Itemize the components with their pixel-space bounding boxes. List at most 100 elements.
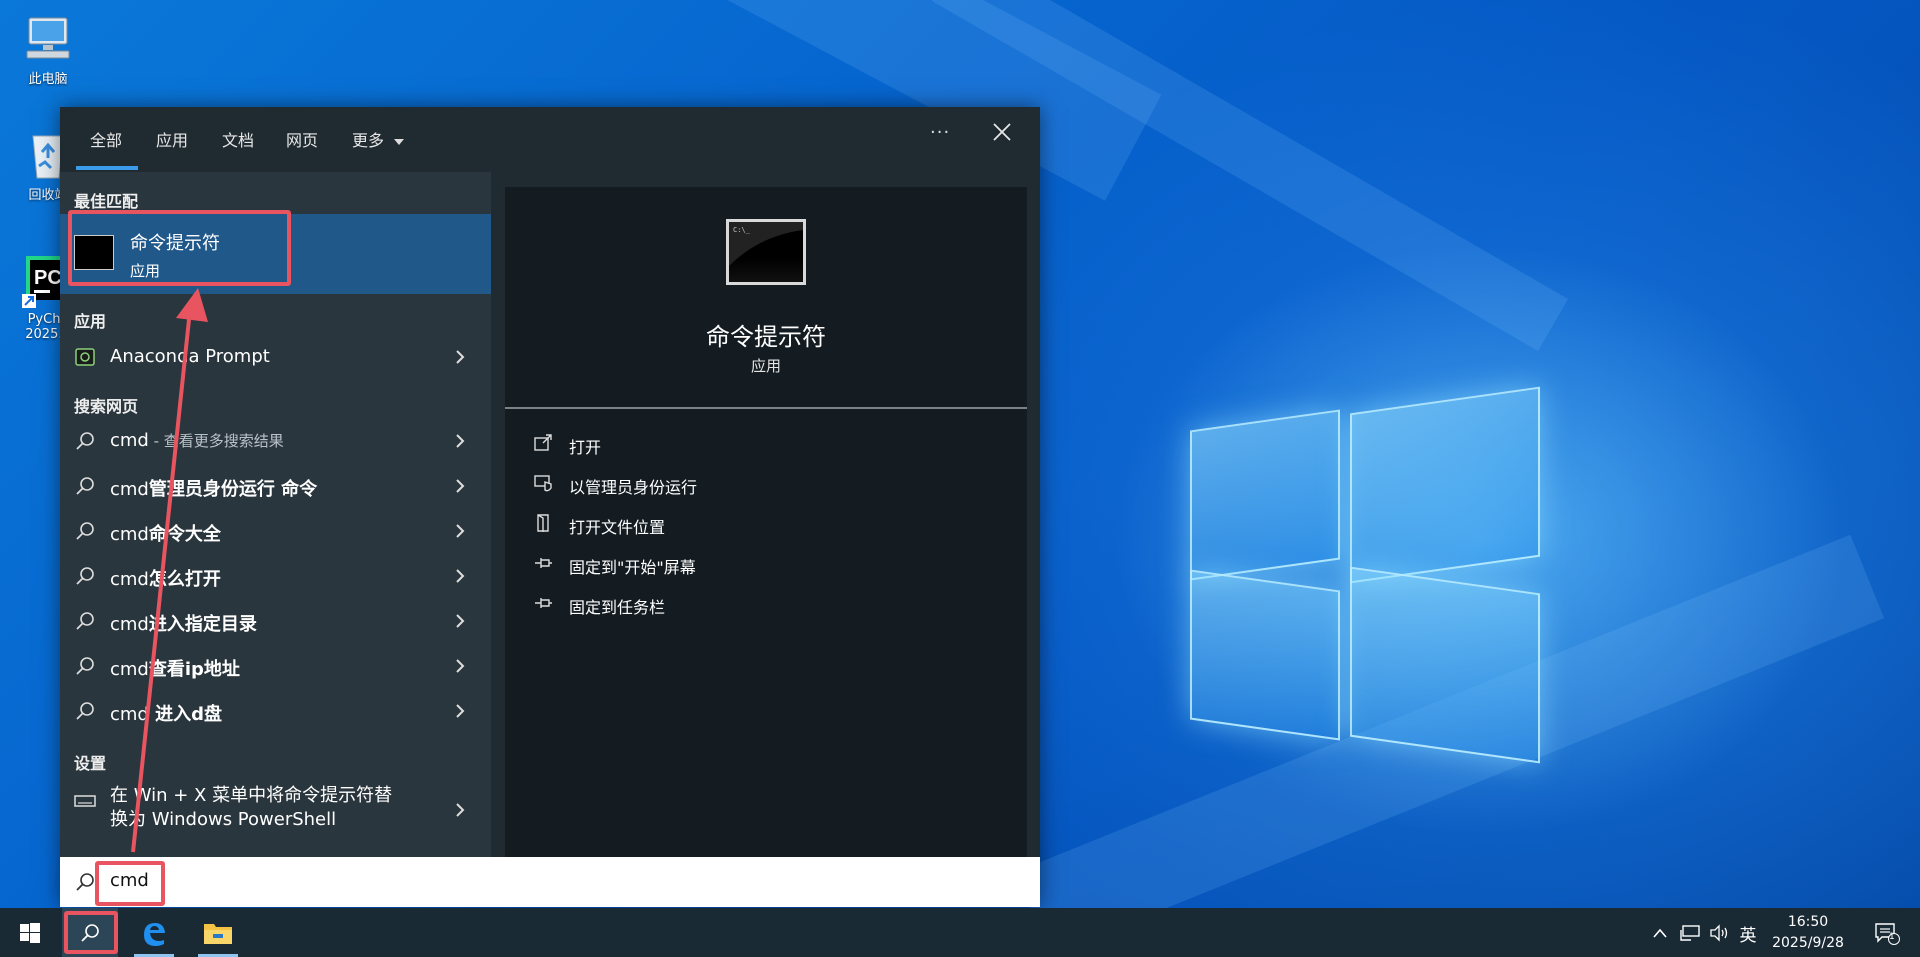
edge-icon <box>144 922 165 946</box>
folder-icon <box>204 923 232 944</box>
chevron-right-icon[interactable] <box>450 566 470 586</box>
tab-more[interactable]: 更多 <box>352 127 405 151</box>
search-box[interactable]: cmd <box>60 857 1040 907</box>
logo-pane <box>1350 386 1540 584</box>
taskbar-edge-button[interactable] <box>126 908 182 957</box>
logo-pane <box>1350 566 1540 764</box>
tab-documents[interactable]: 文档 <box>222 127 254 151</box>
web-result-label: cmd管理员身份运行 命令 <box>110 479 318 500</box>
web-result[interactable]: cmd怎么打开 <box>60 554 491 598</box>
web-result-label: cmd查看ip地址 <box>110 659 240 680</box>
windows-logo <box>1190 380 1550 764</box>
network-icon[interactable] <box>1678 921 1702 945</box>
chevron-right-icon[interactable] <box>450 701 470 721</box>
web-result[interactable]: cmd - 查看更多搜索结果 <box>60 419 491 463</box>
notification-icon <box>1875 923 1900 945</box>
settings-result[interactable]: 在 Win + X 菜单中将命令提示符替 换为 Windows PowerShel… <box>60 778 491 840</box>
search-icon <box>76 567 94 585</box>
desktop-icon-this-pc[interactable]: 此电脑 <box>8 12 88 87</box>
volume-icon[interactable] <box>1708 921 1732 945</box>
chevron-right-icon[interactable] <box>450 521 470 541</box>
taskbar-file-explorer-button[interactable] <box>190 908 246 957</box>
action-center-button[interactable]: 1 <box>1872 921 1902 945</box>
web-result-label: cmd 进入d盘 <box>110 704 223 725</box>
web-result[interactable]: cmd命令大全 <box>60 509 491 553</box>
close-button[interactable] <box>988 118 1016 146</box>
web-result-label: cmd命令大全 <box>110 524 221 545</box>
app-result-label: Anaconda Prompt <box>110 346 270 367</box>
keyboard-icon <box>74 795 96 807</box>
action-open-file-location[interactable]: 打开文件位置 <box>533 511 953 541</box>
tab-web[interactable]: 网页 <box>286 127 318 151</box>
action-open[interactable]: 打开 <box>533 431 953 461</box>
clock-time: 16:50 <box>1787 914 1829 930</box>
chevron-right-icon[interactable] <box>450 800 470 820</box>
action-label: 以管理员身份运行 <box>569 478 698 497</box>
caret-down-icon <box>394 138 405 145</box>
chevron-right-icon[interactable] <box>450 431 470 451</box>
open-icon <box>534 434 552 451</box>
search-icon <box>76 702 94 720</box>
action-label: 固定到任务栏 <box>569 598 666 617</box>
search-icon <box>76 432 94 450</box>
action-label: 打开文件位置 <box>569 518 666 537</box>
web-result[interactable]: cmd 进入d盘 <box>60 689 491 733</box>
close-icon <box>993 123 1011 141</box>
chevron-right-icon[interactable] <box>450 611 470 631</box>
tab-more-label: 更多 <box>352 131 385 150</box>
preview-pane: C:\_ 命令提示符 应用 打开 以管理员身份运行 打开文件位置 固定到"开始"… <box>505 187 1027 864</box>
chevron-right-icon[interactable] <box>450 347 470 367</box>
chevron-right-icon[interactable] <box>450 656 470 676</box>
clock-date: 2025/9/28 <box>1772 935 1844 951</box>
shield-icon <box>534 475 552 492</box>
desktop-icon-label: 此电脑 <box>28 72 68 87</box>
tab-apps[interactable]: 应用 <box>156 127 188 151</box>
annotation-highlight-search-input <box>95 861 165 906</box>
annotation-highlight-search-button <box>64 911 118 954</box>
active-tab-indicator <box>76 166 138 170</box>
search-icon <box>76 873 94 891</box>
svg-text:PC: PC <box>34 267 62 289</box>
web-result[interactable]: cmd进入指定目录 <box>60 599 491 643</box>
action-label: 打开 <box>569 438 602 457</box>
action-pin-to-taskbar[interactable]: 固定到任务栏 <box>533 591 953 621</box>
search-icon <box>76 657 94 675</box>
notification-count: 1 <box>1889 932 1895 942</box>
web-result[interactable]: cmd管理员身份运行 命令 <box>60 464 491 508</box>
chevron-up-icon <box>1653 928 1667 938</box>
ime-indicator[interactable]: 英 <box>1736 921 1760 946</box>
chevron-right-icon[interactable] <box>450 476 470 496</box>
action-pin-to-start[interactable]: 固定到"开始"屏幕 <box>533 551 953 581</box>
section-web: 搜索网页 <box>74 397 139 416</box>
pin-icon <box>535 598 552 608</box>
web-result-label: cmd进入指定目录 <box>110 614 257 635</box>
search-icon <box>76 522 94 540</box>
svg-text:C:\_: C:\_ <box>733 226 751 234</box>
search-tabs-header: 全部 应用 文档 网页 更多 ··· <box>60 107 1040 172</box>
preview-subtitle: 应用 <box>750 357 781 375</box>
action-label: 固定到"开始"屏幕 <box>569 558 696 577</box>
clock[interactable]: 16:50 2025/9/28 <box>1766 912 1850 954</box>
start-button[interactable] <box>6 908 54 957</box>
command-prompt-large-icon: C:\_ <box>726 219 806 285</box>
action-run-as-admin[interactable]: 以管理员身份运行 <box>533 471 953 501</box>
web-result[interactable]: cmd查看ip地址 <box>60 644 491 688</box>
anaconda-prompt-icon <box>75 348 95 366</box>
show-hidden-icons-button[interactable] <box>1648 921 1672 945</box>
computer-icon <box>22 12 74 64</box>
pin-icon <box>535 558 552 568</box>
annotation-highlight-best-match <box>68 210 291 286</box>
web-result-label: cmd怎么打开 <box>110 569 221 590</box>
search-icon <box>76 477 94 495</box>
logo-pane <box>1190 409 1340 581</box>
tab-all[interactable]: 全部 <box>90 127 122 151</box>
file-location-icon <box>537 514 549 532</box>
more-options-button[interactable]: ··· <box>930 122 950 143</box>
app-result-anaconda[interactable]: Anaconda Prompt <box>60 335 491 379</box>
preview-divider <box>505 407 1027 409</box>
taskbar: 英 16:50 2025/9/28 1 <box>0 908 1920 957</box>
web-result-label: cmd - 查看更多搜索结果 <box>110 430 284 451</box>
section-settings: 设置 <box>74 754 107 773</box>
windows-start-icon <box>20 922 40 943</box>
search-panel: 全部 应用 文档 网页 更多 ··· 最佳匹配 命令提示符 应用 应用 Anac… <box>60 107 1040 907</box>
